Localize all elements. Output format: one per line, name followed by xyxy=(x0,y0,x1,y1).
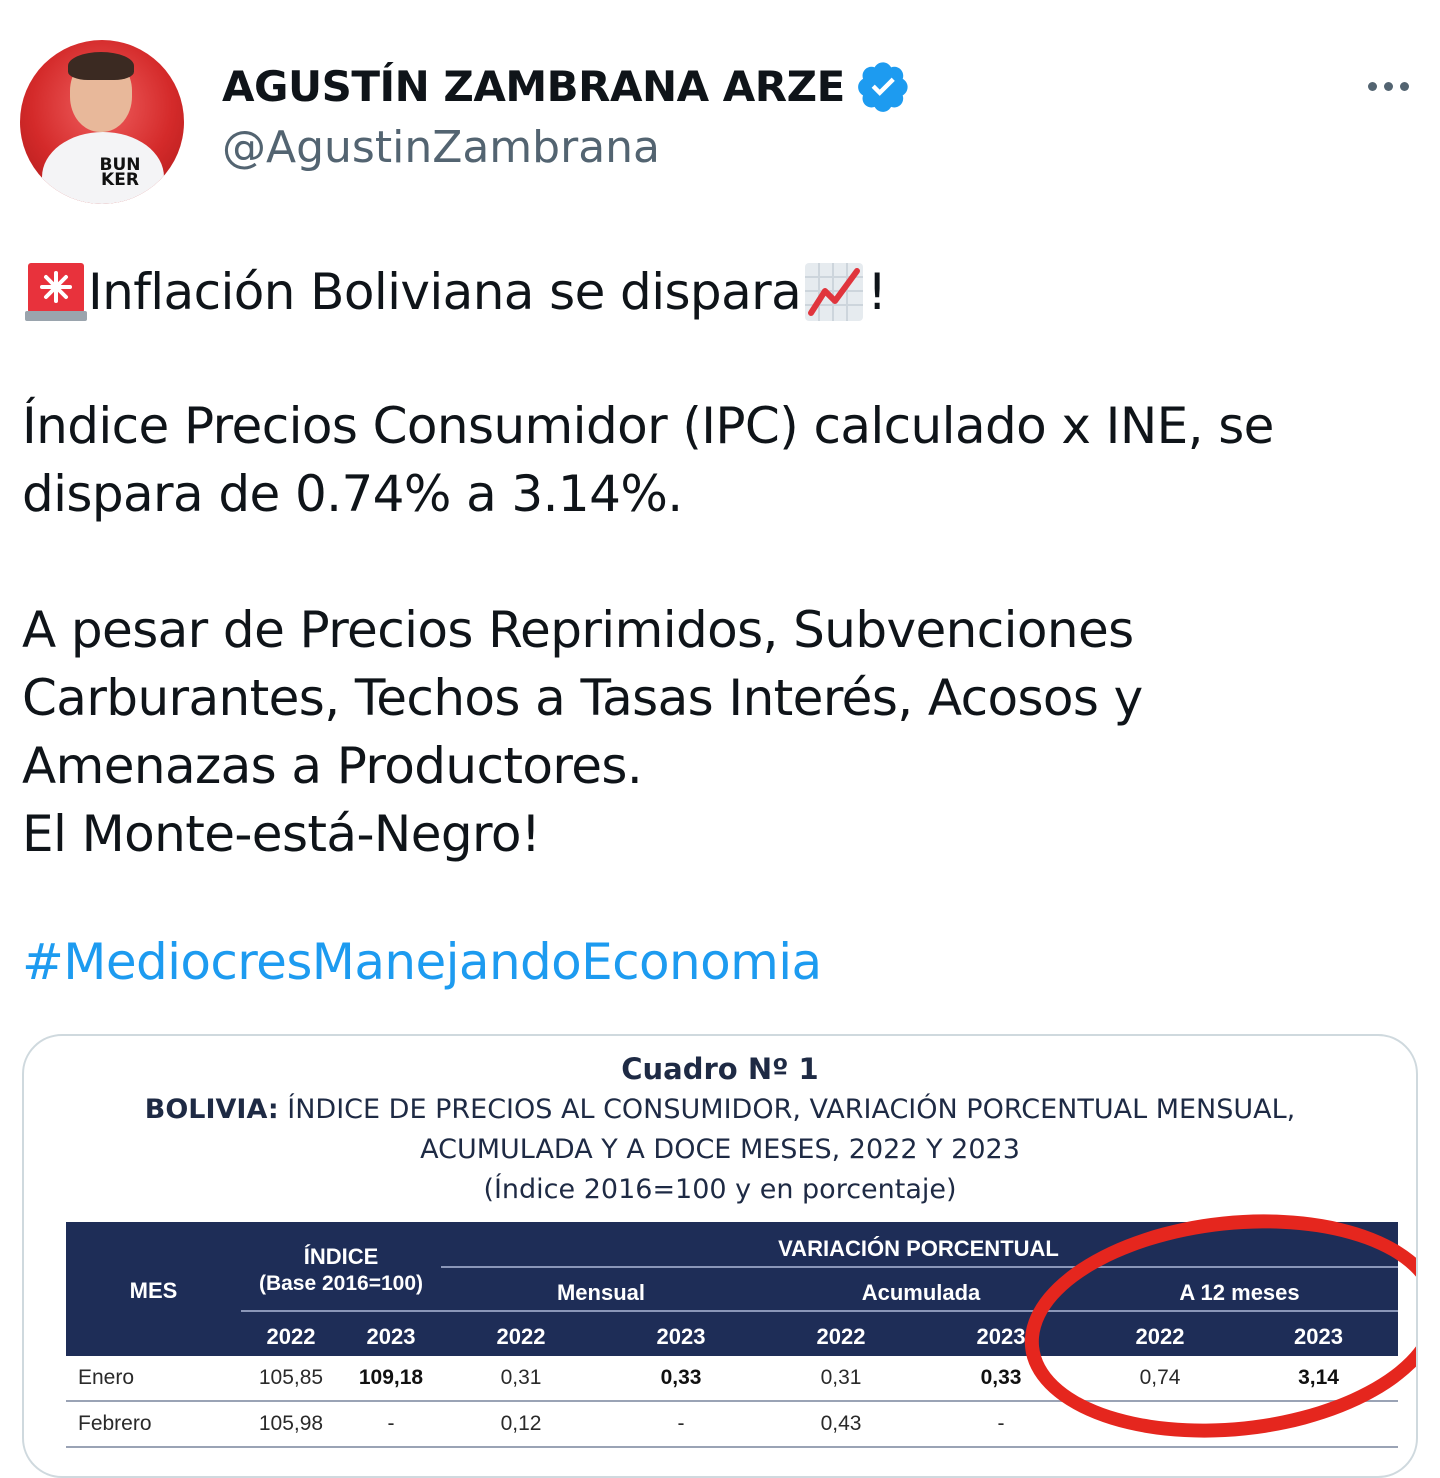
more-options-icon[interactable] xyxy=(1356,66,1420,106)
col-mensual: Mensual xyxy=(556,1280,646,1305)
tweet-paragraph-3-line: Amenazas a Productores. xyxy=(22,737,643,795)
tweet-line-1-text: Inflación Boliviana se dispara xyxy=(88,263,802,321)
cell: - xyxy=(387,1412,395,1435)
cell: 0,33 xyxy=(660,1366,702,1389)
col-indice: ÍNDICE xyxy=(303,1244,379,1269)
doc-title: Cuadro Nº 1 xyxy=(621,1052,819,1086)
police-light-emoji-icon xyxy=(25,263,87,321)
cell: - xyxy=(997,1412,1005,1435)
author-name[interactable]: AGUSTÍN ZAMBRANA ARZE xyxy=(222,62,845,111)
col-mes: MES xyxy=(129,1278,178,1303)
chart-increasing-emoji-icon xyxy=(805,263,864,321)
tweet-paragraph-3-line: A pesar de Precios Reprimidos, Subvencio… xyxy=(22,601,1134,659)
doc-subtitle-2: ACUMULADA Y A DOCE MESES, 2022 Y 2023 xyxy=(420,1134,1020,1165)
cell: 0,43 xyxy=(820,1412,862,1435)
cell: 0,12 xyxy=(500,1412,542,1435)
media-image[interactable]: Cuadro Nº 1 BOLIVIA: ÍNDICE DE PRECIOS A… xyxy=(22,1034,1418,1478)
year-header: 2022 xyxy=(266,1324,316,1349)
col-indice-base: (Base 2016=100) xyxy=(258,1272,424,1295)
tweet-paragraph-2: Índice Precios Consumidor (IPC) calculad… xyxy=(22,397,1274,523)
author-handle[interactable]: @AgustinZambrana xyxy=(222,122,660,173)
cell: 109,18 xyxy=(358,1366,424,1389)
cell: 0,31 xyxy=(500,1366,542,1389)
cell: 105,85 xyxy=(258,1366,324,1389)
avatar-hair xyxy=(68,52,134,80)
cell: - xyxy=(677,1412,685,1435)
year-header: 2022 xyxy=(496,1324,546,1349)
tweet-paragraph-3-line: El Monte-está-Negro! xyxy=(22,805,541,863)
tweet-paragraph-3: A pesar de Precios Reprimidos, Subvencio… xyxy=(22,596,1422,868)
verified-badge-icon xyxy=(857,62,908,112)
avatar-logo: BUN KER xyxy=(99,155,141,190)
year-header: 2023 xyxy=(366,1324,416,1349)
row-month: Enero xyxy=(78,1366,135,1389)
row-month: Febrero xyxy=(78,1412,152,1435)
hashtag-link[interactable]: #MediocresManejandoEconomia xyxy=(22,928,822,996)
author-row: AGUSTÍN ZAMBRANA ARZE xyxy=(222,58,911,114)
tweet-line-1: Inflación Boliviana se dispara ! xyxy=(22,258,1422,326)
doc-subtitle-3: (Índice 2016=100 y en porcentaje) xyxy=(483,1174,957,1205)
year-header: 2022 xyxy=(816,1324,866,1349)
avatar[interactable]: BUN KER xyxy=(20,40,184,204)
cell: 0,31 xyxy=(820,1366,862,1389)
year-header: 2023 xyxy=(656,1324,706,1349)
tweet-line-1-end: ! xyxy=(867,263,887,321)
tweet-paragraph-3-line: Carburantes, Techos a Tasas Interés, Aco… xyxy=(22,669,1143,727)
cell: 105,98 xyxy=(258,1412,324,1435)
col-acumulada: Acumulada xyxy=(861,1280,981,1305)
doc-subtitle: BOLIVIA: ÍNDICE DE PRECIOS AL CONSUMIDOR… xyxy=(144,1094,1296,1125)
